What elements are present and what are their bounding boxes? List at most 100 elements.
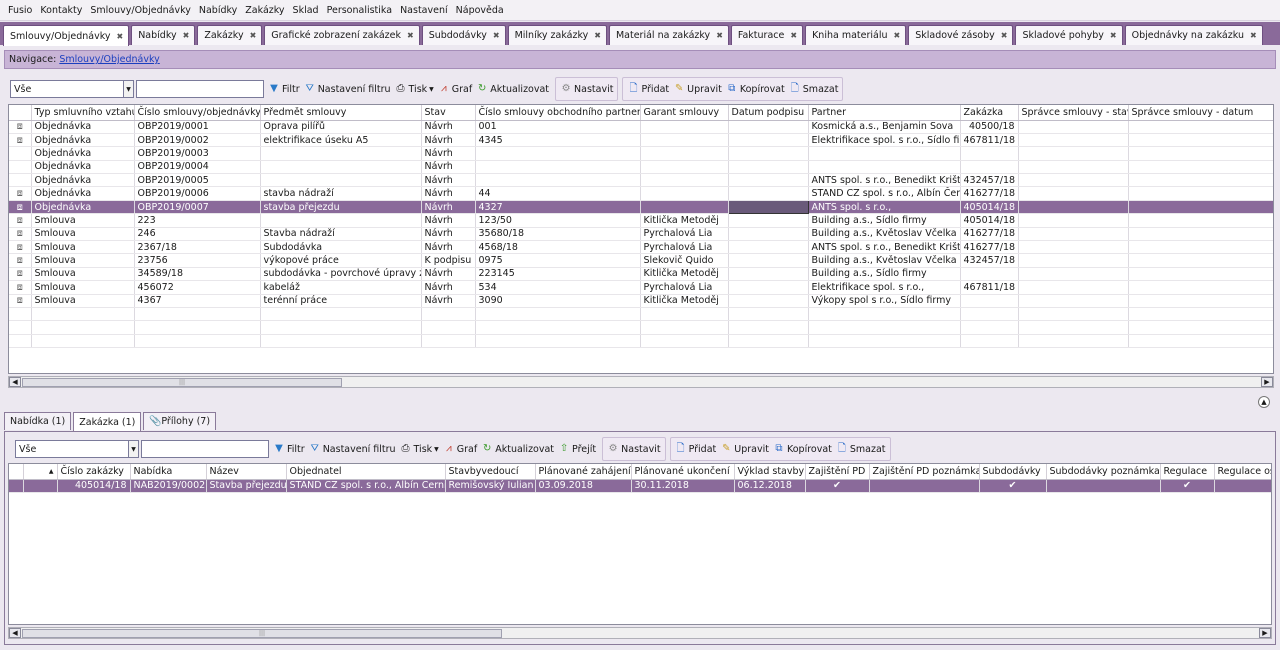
cell-datum[interactable] [728,146,809,161]
cell-typ[interactable]: Smlouva [31,240,135,255]
cell-subd-poznamka[interactable] [1046,479,1161,493]
close-icon[interactable]: ✖ [894,31,901,40]
cell-zakazka[interactable]: 405014/18 [960,213,1019,228]
cell-garant[interactable] [640,173,729,188]
menu-item-3[interactable]: Nabídky [195,5,241,16]
column-header[interactable]: Garant smlouvy [640,105,729,121]
cell-typ[interactable]: Objednávka [31,160,135,175]
cell-predmet[interactable]: Stavba nádraží [260,227,422,242]
cell-stav[interactable]: Návrh [421,280,476,295]
cell-spravce-stav[interactable] [1018,253,1129,268]
cell-partner[interactable]: Kosmická a.s., Benjamin Sova [808,120,961,134]
cell-partner[interactable] [808,160,961,175]
cell-typ[interactable]: Smlouva [31,213,135,228]
column-header[interactable]: Správce smlouvy - datum [1128,105,1273,121]
column-header[interactable]: Číslo smlouvy/objednávky [134,105,261,121]
column-header[interactable]: Datum podpisu [728,105,809,121]
cell-typ[interactable]: Smlouva [31,267,135,282]
cell-cislo_p[interactable]: 223145 [475,267,641,282]
cell-datum[interactable] [728,120,809,134]
cell-garant[interactable]: Kitlička Metoděj [640,267,729,282]
cell-cislo[interactable]: 456072 [134,280,261,295]
cell-zakazka[interactable]: 416277/18 [960,227,1019,242]
detail-horizontal-scrollbar[interactable]: ◀ ||| ▶ [8,627,1272,639]
cell-cislo_p[interactable] [475,173,641,188]
close-icon[interactable]: ✖ [183,31,190,40]
cell-zakazka[interactable]: 416277/18 [960,186,1019,201]
table-row[interactable]: Objednávka OBP2019/0005 Návrh ANTS spol. s … [9,173,1273,188]
cell-datum[interactable] [728,160,809,175]
cell-stav[interactable]: K podpisu [421,253,476,268]
column-header[interactable]: Subdodávky [979,464,1047,480]
cell-spravce-datum[interactable] [1128,146,1273,161]
cell-predmet[interactable]: stavba nádraží [260,186,422,201]
cell-typ[interactable]: Smlouva [31,253,135,268]
tab-zakazka[interactable]: Zakázka (1) [73,412,142,431]
cell-predmet[interactable]: elektrifikace úseku A5 [260,133,422,148]
cell-datum[interactable] [728,186,809,201]
menu-item-0[interactable]: Fusio [4,5,36,16]
detail-delete-button[interactable]: 🗋 Smazat [836,443,886,455]
table-row[interactable]: ⧈ Objednávka OBP2019/0007 stavba přejezdu Ná… [9,199,1273,215]
scroll-right-icon[interactable]: ▶ [1261,377,1273,387]
close-icon[interactable]: ✖ [1250,31,1257,40]
cell-datum[interactable] [728,240,809,255]
cell-garant[interactable]: Pyrchalová Lia [640,280,729,295]
cell-cislo-zakazky[interactable]: 405014/18 [57,479,131,493]
cell-garant[interactable]: Kitlička Metoděj [640,294,729,308]
cell-cislo_p[interactable]: 44 [475,186,641,201]
cell-spravce-stav[interactable] [1018,267,1129,282]
cell-zakazka[interactable] [960,267,1019,282]
column-header[interactable]: Předmět smlouvy [260,105,422,121]
cell-cislo_p[interactable]: 001 [475,120,641,134]
cell-predmet[interactable]: kabeláž [260,280,422,295]
table-row[interactable]: ⧈ Smlouva 4367 terénní práce Návrh 3090 Kitlič… [9,294,1273,308]
print-button[interactable]: ⎙ Tisk ▼ [395,83,434,95]
tab-3[interactable]: Grafické zobrazení zakázek ✖ [264,25,420,45]
cell-typ[interactable]: Objednávka [31,200,135,215]
detail-edit-button[interactable]: ✎ Upravit [720,443,769,455]
menu-item-5[interactable]: Sklad [289,5,323,16]
table-row[interactable]: ⧈ Objednávka OBP2019/0002 elektrifikace úse… [9,133,1273,148]
tab-nabidka[interactable]: Nabídka (1) [4,412,72,430]
cell-datum[interactable] [728,253,809,268]
cell-typ[interactable]: Smlouva [31,294,135,308]
cell-partner[interactable]: Building a.s., Sídlo firmy [808,213,961,228]
filter-settings-button[interactable]: ⛛ Nastavení filtru [304,83,390,95]
cell-predmet[interactable]: subdodávka - povrchové úpravy zdi [260,267,422,282]
cell-typ[interactable]: Smlouva [31,280,135,295]
main-horizontal-scrollbar[interactable]: ◀ ||| ▶ [8,376,1274,388]
cell-typ[interactable]: Smlouva [31,227,135,242]
tab-1[interactable]: Nabídky ✖ [131,25,196,45]
menu-item-1[interactable]: Kontakty [36,5,86,16]
scroll-left-icon[interactable]: ◀ [9,377,21,387]
cell-datum[interactable] [728,213,809,228]
cell-partner[interactable] [808,146,961,161]
cell-garant[interactable] [640,120,729,134]
cell-predmet[interactable]: terénní práce [260,294,422,308]
cell-cislo[interactable]: OBP2019/0004 [134,160,261,175]
tab-8[interactable]: Kniha materiálu ✖ [805,25,907,45]
close-icon[interactable]: ✖ [790,31,797,40]
column-header[interactable]: Výklad stavby [734,464,806,480]
cell-garant[interactable] [640,133,729,148]
cell-partner[interactable]: Elektrifikace spol. s r.o., [808,280,961,295]
cell-cislo[interactable]: 2367/18 [134,240,261,255]
settings-button[interactable]: ⚙ Nastavit [560,83,614,95]
cell-cislo_p[interactable]: 0975 [475,253,641,268]
cell-nabidka[interactable]: NAB2019/0002 [130,479,207,493]
cell-cislo[interactable]: 223 [134,213,261,228]
cell-partner[interactable]: ANTS spol. s r.o., Benedikt Krištof [808,173,961,188]
column-header[interactable] [9,105,32,121]
cell-datum[interactable] [728,227,809,242]
column-header[interactable]: Regulace oso [1214,464,1271,480]
cell-predmet[interactable]: Oprava pilířů [260,120,422,134]
cell-spravce-stav[interactable] [1018,227,1129,242]
cell-zakazka[interactable]: 405014/18 [960,200,1019,215]
cell-cislo_p[interactable]: 35680/18 [475,227,641,242]
cell-spravce-datum[interactable] [1128,294,1273,308]
column-header[interactable]: Název [206,464,287,480]
cell-garant[interactable]: Pyrchalová Lia [640,227,729,242]
tab-6[interactable]: Materiál na zakázky ✖ [608,25,729,45]
cell-stav[interactable]: Návrh [421,120,476,134]
